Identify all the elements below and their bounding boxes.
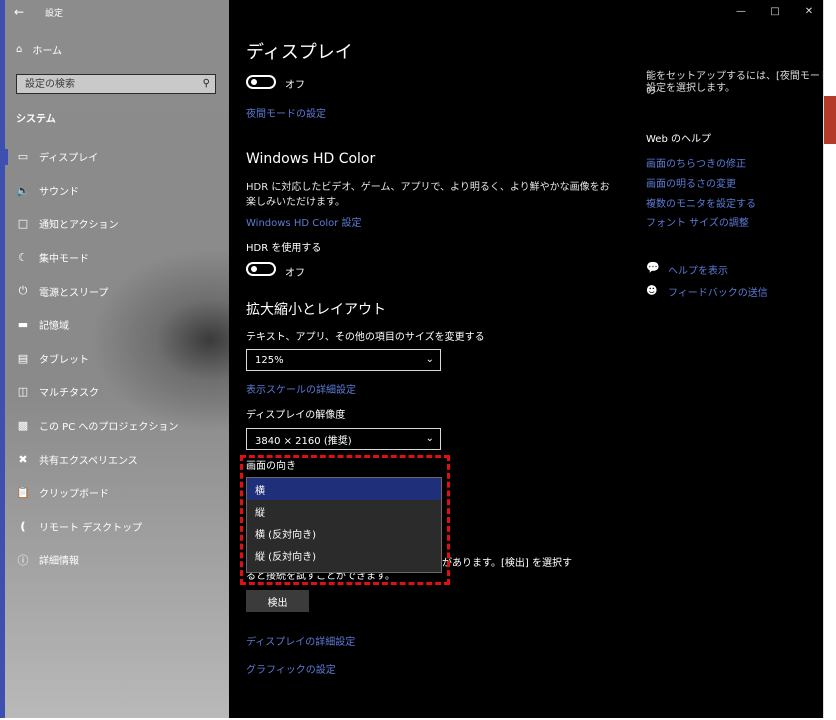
- search-input[interactable]: [17, 77, 197, 91]
- sidebar-item-label: 詳細情報: [39, 556, 79, 568]
- scale-value: 125%: [255, 354, 284, 366]
- page-title: ディスプレイ: [246, 42, 353, 63]
- night-mode-toggle-state: オフ: [285, 80, 305, 91]
- resolution-value: 3840 × 2160 (推奨): [255, 435, 352, 447]
- monitor-icon: ▭: [17, 150, 29, 164]
- sidebar-item-tablet[interactable]: ▤ タブレット: [5, 342, 229, 376]
- remote-desktop-icon: ❪: [18, 519, 28, 533]
- info-icon: ⓘ: [17, 553, 29, 567]
- sidebar-item-label: 電源とスリープ: [39, 287, 109, 299]
- chevron-down-icon: ⌄: [425, 433, 434, 444]
- sidebar-item-label: この PC へのプロジェクション: [39, 422, 179, 434]
- sidebar-item-display[interactable]: ▭ ディスプレイ: [5, 140, 229, 174]
- window-controls: — □ ✕: [724, 0, 826, 24]
- hdr-description-2: 楽しみいただけます。: [246, 197, 345, 208]
- moon-icon: ☾: [18, 251, 28, 265]
- night-mode-help-text-2: 設定を選択します。: [646, 83, 735, 94]
- advanced-scaling-link[interactable]: 表示スケールの詳細設定: [246, 381, 356, 396]
- hdr-toggle-state: オフ: [285, 268, 305, 279]
- detect-button[interactable]: 検出: [246, 590, 309, 612]
- sidebar-item-label: 集中モード: [39, 254, 89, 266]
- sidebar-item-projection[interactable]: ▩ この PC へのプロジェクション: [5, 409, 229, 443]
- detect-description-1: があります。[検出] を選択す: [442, 558, 572, 569]
- chat-help-icon: 💬: [646, 261, 660, 274]
- highlight-box: [240, 455, 450, 585]
- minimize-icon[interactable]: —: [724, 0, 758, 24]
- background-window-edge: [823, 0, 836, 718]
- help-link-font-size[interactable]: フォント サイズの調整: [646, 214, 749, 229]
- sidebar-item-label: ディスプレイ: [39, 153, 99, 165]
- advanced-display-link[interactable]: ディスプレイの詳細設定: [246, 633, 355, 648]
- tablet-icon: ▤: [17, 351, 29, 365]
- multitask-icon: ◫: [17, 385, 29, 399]
- sidebar-item-shared[interactable]: ✖ 共有エクスペリエンス: [5, 442, 229, 476]
- clipboard-icon: 📋: [16, 486, 30, 500]
- sidebar-item-label: リモート デスクトップ: [39, 522, 143, 534]
- back-arrow-icon[interactable]: ←: [7, 0, 31, 24]
- main-pane: — □ ✕ ディスプレイ オフ 夜間モードの設定 Windows HD Colo…: [229, 0, 836, 718]
- feedback-link[interactable]: フィードバックの送信: [668, 284, 768, 299]
- sidebar-item-focus[interactable]: ☾ 集中モード: [5, 241, 229, 275]
- help-link-flicker[interactable]: 画面のちらつきの修正: [646, 155, 746, 170]
- hdr-toggle[interactable]: [246, 262, 276, 276]
- sidebar-item-remote-desktop[interactable]: ❪ リモート デスクトップ: [5, 510, 229, 544]
- hdr-use-label: HDR を使用する: [246, 243, 322, 254]
- sidebar-item-about[interactable]: ⓘ 詳細情報: [5, 543, 229, 577]
- resolution-dropdown[interactable]: 3840 × 2160 (推奨) ⌄: [246, 428, 441, 450]
- hdr-heading: Windows HD Color: [246, 151, 376, 167]
- scale-dropdown[interactable]: 125% ⌄: [246, 349, 441, 371]
- settings-window: ← 設定 ⌂ ホーム ⚲ システム ▭ ディスプレイ 🔈 サウンド □ 通知とア…: [0, 0, 836, 718]
- home-label: ホーム: [32, 46, 63, 57]
- home-icon: ⌂: [16, 44, 23, 55]
- sidebar: ← 設定 ⌂ ホーム ⚲ システム ▭ ディスプレイ 🔈 サウンド □ 通知とア…: [0, 0, 229, 718]
- hdr-settings-link[interactable]: Windows HD Color 設定: [246, 214, 362, 229]
- sidebar-item-label: サウンド: [39, 186, 79, 198]
- web-help-heading: Web のヘルプ: [646, 134, 711, 145]
- sidebar-nav: ▭ ディスプレイ 🔈 サウンド □ 通知とアクション ☾ 集中モード ⏻ 電源と…: [5, 140, 229, 577]
- help-link-brightness[interactable]: 画面の明るさの変更: [646, 175, 736, 190]
- sidebar-item-label: 通知とアクション: [39, 220, 119, 232]
- sidebar-item-clipboard[interactable]: 📋 クリップボード: [5, 476, 229, 510]
- section-label: システム: [16, 114, 56, 125]
- show-help-link[interactable]: ヘルプを表示: [668, 262, 728, 277]
- home-nav-item[interactable]: ⌂ ホーム: [16, 42, 62, 57]
- sidebar-item-multitask[interactable]: ◫ マルチタスク: [5, 375, 229, 409]
- hdr-description-1: HDR に対応したビデオ、ゲーム、アプリで、より明るく、より鮮やかな画像をお: [246, 182, 610, 193]
- notification-icon: □: [17, 217, 29, 231]
- scale-layout-heading: 拡大縮小とレイアウト: [246, 302, 386, 318]
- shared-icon: ✖: [18, 452, 28, 466]
- search-box[interactable]: ⚲: [16, 74, 216, 94]
- sidebar-item-label: 共有エクスペリエンス: [39, 455, 138, 467]
- help-link-multiple-monitors[interactable]: 複数のモニタを設定する: [646, 195, 756, 210]
- speaker-icon: 🔈: [16, 183, 30, 197]
- sidebar-item-power[interactable]: ⏻ 電源とスリープ: [5, 274, 229, 308]
- search-icon[interactable]: ⚲: [203, 78, 210, 89]
- sidebar-item-label: クリップボード: [39, 489, 109, 501]
- night-mode-settings-link[interactable]: 夜間モードの設定: [246, 105, 326, 120]
- chevron-down-icon: ⌄: [425, 354, 434, 365]
- sidebar-item-sound[interactable]: 🔈 サウンド: [5, 174, 229, 208]
- scale-label: テキスト、アプリ、その他の項目のサイズを変更する: [246, 332, 485, 343]
- storage-icon: ▬: [17, 318, 29, 332]
- feedback-icon: ☻: [646, 284, 658, 297]
- close-icon[interactable]: ✕: [792, 0, 826, 24]
- maximize-icon[interactable]: □: [758, 0, 792, 24]
- background-accent: [824, 96, 836, 144]
- power-icon: ⏻: [18, 284, 28, 298]
- sidebar-item-label: 記憶域: [39, 321, 69, 333]
- app-title: 設定: [45, 8, 64, 19]
- sidebar-item-label: マルチタスク: [39, 388, 99, 400]
- sidebar-item-label: タブレット: [39, 354, 89, 366]
- projection-icon: ▩: [17, 419, 29, 433]
- sidebar-item-storage[interactable]: ▬ 記憶域: [5, 308, 229, 342]
- sidebar-item-notifications[interactable]: □ 通知とアクション: [5, 207, 229, 241]
- night-mode-toggle[interactable]: [246, 75, 276, 89]
- title-bar: ← 設定: [5, 0, 63, 24]
- resolution-label: ディスプレイの解像度: [246, 410, 346, 421]
- graphics-settings-link[interactable]: グラフィックの設定: [246, 661, 336, 676]
